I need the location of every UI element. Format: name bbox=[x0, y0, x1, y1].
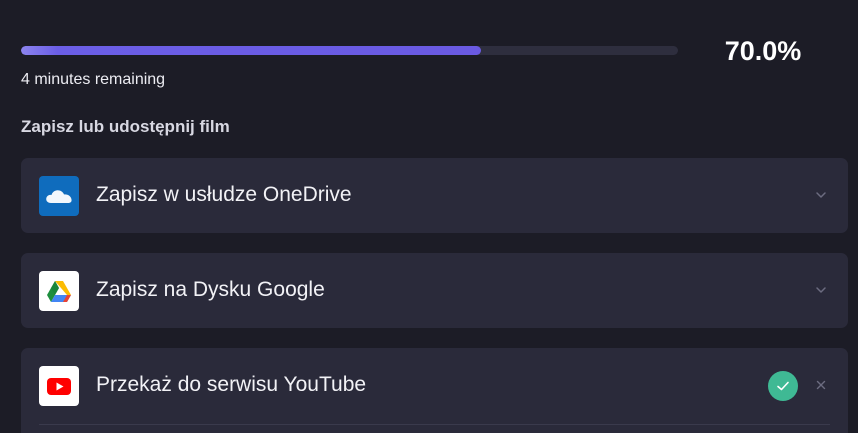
card-divider bbox=[39, 424, 830, 425]
save-onedrive-option[interactable]: Zapisz w usłudze OneDrive bbox=[21, 158, 848, 233]
close-icon[interactable] bbox=[814, 378, 828, 392]
google-drive-icon bbox=[39, 271, 79, 311]
save-google-drive-option[interactable]: Zapisz na Dysku Google bbox=[21, 253, 848, 328]
onedrive-icon bbox=[39, 176, 79, 216]
progress-percent: 70.0% bbox=[724, 36, 802, 66]
upload-complete-check-icon bbox=[768, 371, 798, 401]
time-remaining: 4 minutes remaining bbox=[21, 71, 166, 88]
save-google-drive-label: Zapisz na Dysku Google bbox=[96, 278, 325, 301]
upload-youtube-option[interactable]: Przekaż do serwisu YouTube bbox=[21, 348, 848, 433]
progress-bar bbox=[21, 46, 678, 55]
youtube-icon bbox=[39, 366, 79, 406]
progress-bar-fill bbox=[21, 46, 481, 55]
export-progress-panel: 70.0% 4 minutes remaining Zapisz lub udo… bbox=[0, 0, 858, 433]
upload-youtube-label: Przekaż do serwisu YouTube bbox=[96, 373, 367, 396]
chevron-down-icon[interactable] bbox=[814, 188, 828, 202]
chevron-down-icon[interactable] bbox=[814, 283, 828, 297]
save-onedrive-label: Zapisz w usłudze OneDrive bbox=[96, 183, 352, 206]
share-section-title: Zapisz lub udostępnij film bbox=[21, 117, 230, 136]
